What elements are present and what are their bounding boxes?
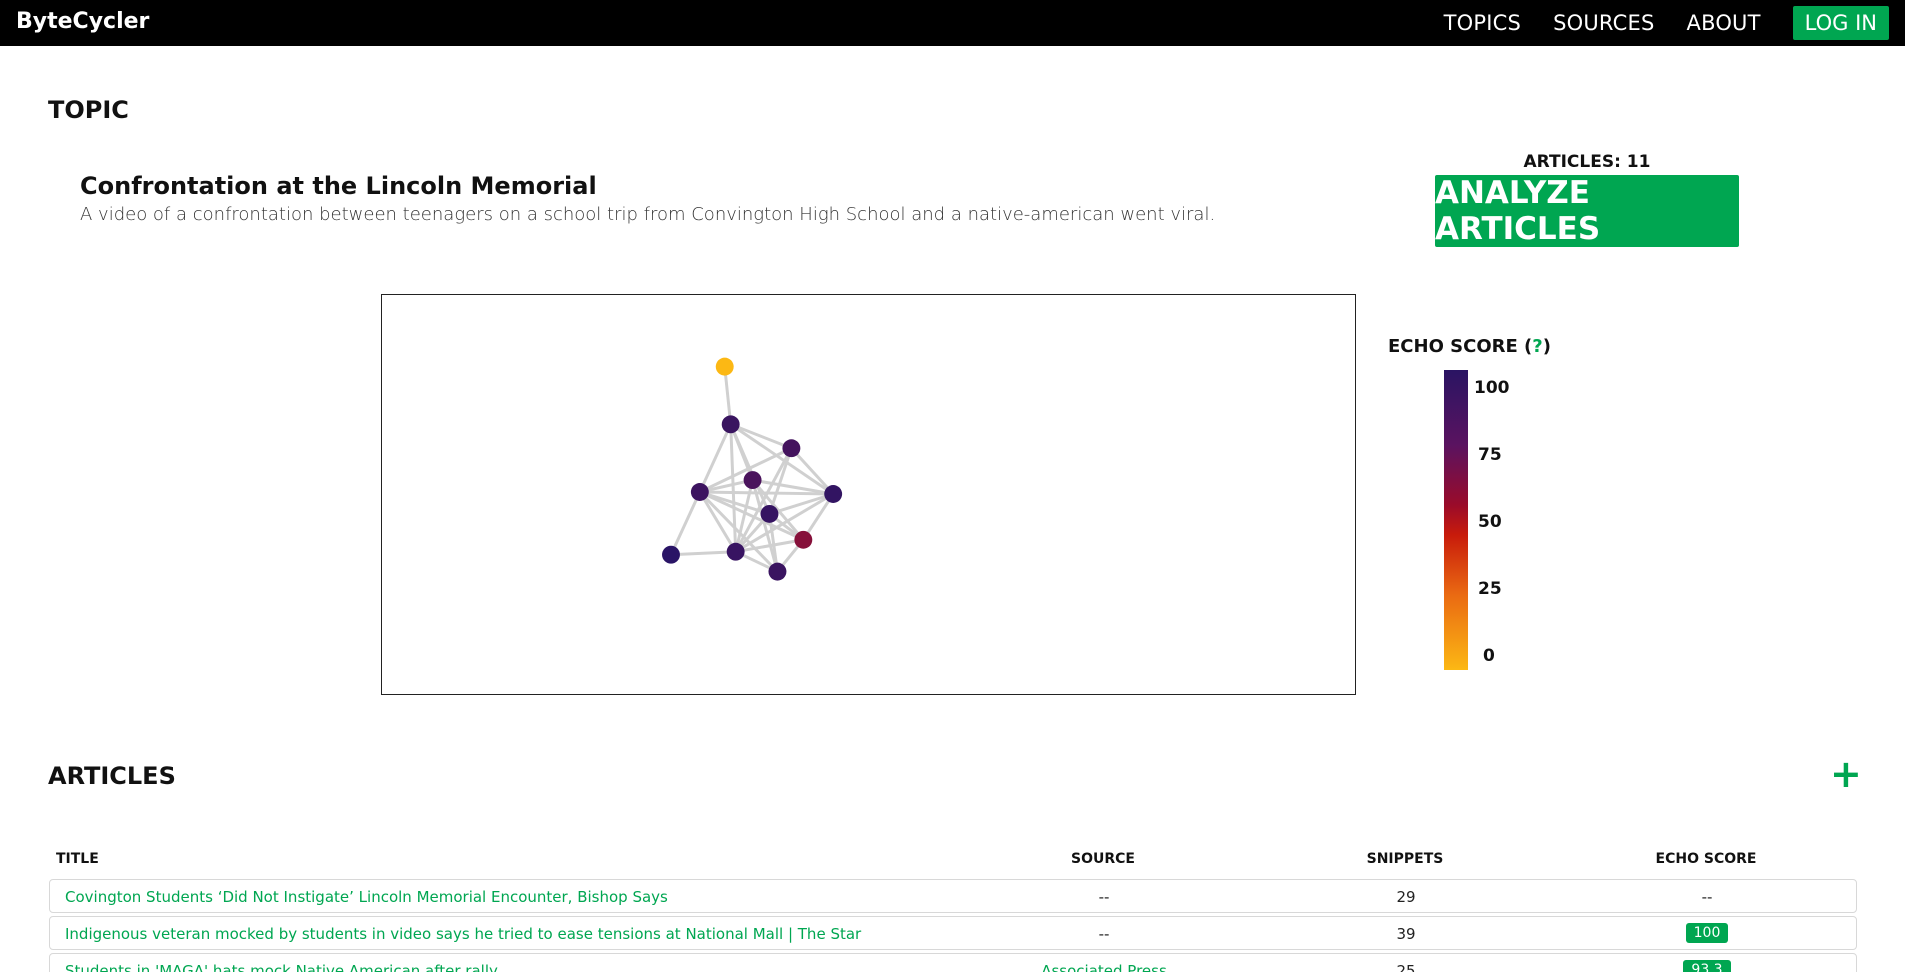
article-source: -- (1098, 925, 1110, 943)
help-link[interactable]: ? (1532, 336, 1542, 357)
main-nav: TOPICS SOURCES ABOUT LOG IN (1444, 0, 1889, 46)
graph-node[interactable] (768, 562, 787, 581)
echo-score-color-bar (1444, 370, 1468, 670)
article-source: -- (1098, 888, 1110, 906)
echo-score-badge: 93.3 (1683, 960, 1731, 972)
topic-description: A video of a confrontation between teena… (80, 204, 1216, 225)
graph-node[interactable] (794, 530, 813, 549)
echo-score-legend-title: ECHO SCORE (?) (1388, 336, 1551, 357)
legend-tick: 75 (1478, 445, 1502, 465)
graph-node[interactable] (743, 471, 762, 490)
graph-node[interactable] (715, 357, 734, 376)
graph-node[interactable] (782, 439, 801, 458)
nav-sources[interactable]: SOURCES (1553, 11, 1654, 35)
graph-node[interactable] (726, 542, 745, 561)
login-button[interactable]: LOG IN (1792, 6, 1889, 40)
legend-tick: 25 (1478, 579, 1502, 599)
column-header-echo-score[interactable]: ECHO SCORE (1636, 851, 1776, 867)
graph-node[interactable] (721, 415, 740, 434)
nav-about[interactable]: ABOUT (1687, 11, 1761, 35)
graph-node[interactable] (824, 485, 843, 503)
table-row[interactable]: Covington Students ‘Did Not Instigate’ L… (49, 879, 1857, 913)
legend-tick: 100 (1474, 378, 1510, 398)
article-echo-score: -- (1701, 888, 1713, 906)
graph-node[interactable] (690, 483, 709, 501)
top-navbar: ByteCycler TOPICS SOURCES ABOUT LOG IN (0, 0, 1905, 46)
column-header-snippets[interactable]: SNIPPETS (1335, 851, 1475, 867)
legend-tick: 50 (1478, 512, 1502, 532)
graph-node[interactable] (760, 504, 779, 523)
graph-edge (670, 550, 736, 557)
topic-section-title: TOPIC (48, 96, 129, 124)
article-source-link[interactable]: Associated Press (1004, 962, 1204, 972)
echo-score-badge: 100 (1685, 923, 1729, 943)
article-snippets: 39 (1396, 925, 1416, 943)
article-title-link[interactable]: Covington Students ‘Did Not Instigate’ L… (65, 888, 668, 906)
analyze-articles-button[interactable]: ANALYZE ARTICLES (1435, 175, 1739, 247)
table-row[interactable]: Students in 'MAGA' hats mock Native Amer… (49, 953, 1857, 972)
brand-logo[interactable]: ByteCycler (16, 9, 149, 34)
article-echo-score-cell: 100 (1637, 923, 1777, 943)
graph-edge (669, 491, 702, 556)
article-network-graph[interactable] (381, 294, 1356, 695)
articles-count: ARTICLES: 11 (1523, 152, 1651, 172)
article-title-link[interactable]: Indigenous veteran mocked by students in… (65, 925, 861, 943)
article-snippets: 29 (1396, 888, 1416, 906)
column-header-title[interactable]: TITLE (56, 851, 99, 867)
article-title-link[interactable]: Students in 'MAGA' hats mock Native Amer… (65, 962, 498, 972)
table-row[interactable]: Indigenous veteran mocked by students in… (49, 916, 1857, 950)
graph-edge (699, 490, 834, 496)
article-echo-score-cell: 93.3 (1637, 960, 1777, 972)
articles-section-title: ARTICLES (48, 762, 176, 790)
article-snippets: 25 (1396, 962, 1416, 972)
plus-icon[interactable]: + (1830, 755, 1862, 793)
column-header-source[interactable]: SOURCE (1003, 851, 1203, 867)
topic-name: Confrontation at the Lincoln Memorial (80, 172, 597, 200)
graph-edge (698, 423, 733, 493)
legend-tick: 0 (1483, 646, 1495, 666)
graph-node[interactable] (662, 545, 680, 564)
network-svg[interactable] (382, 295, 1355, 694)
graph-edge (729, 424, 738, 552)
nav-topics[interactable]: TOPICS (1444, 11, 1521, 35)
